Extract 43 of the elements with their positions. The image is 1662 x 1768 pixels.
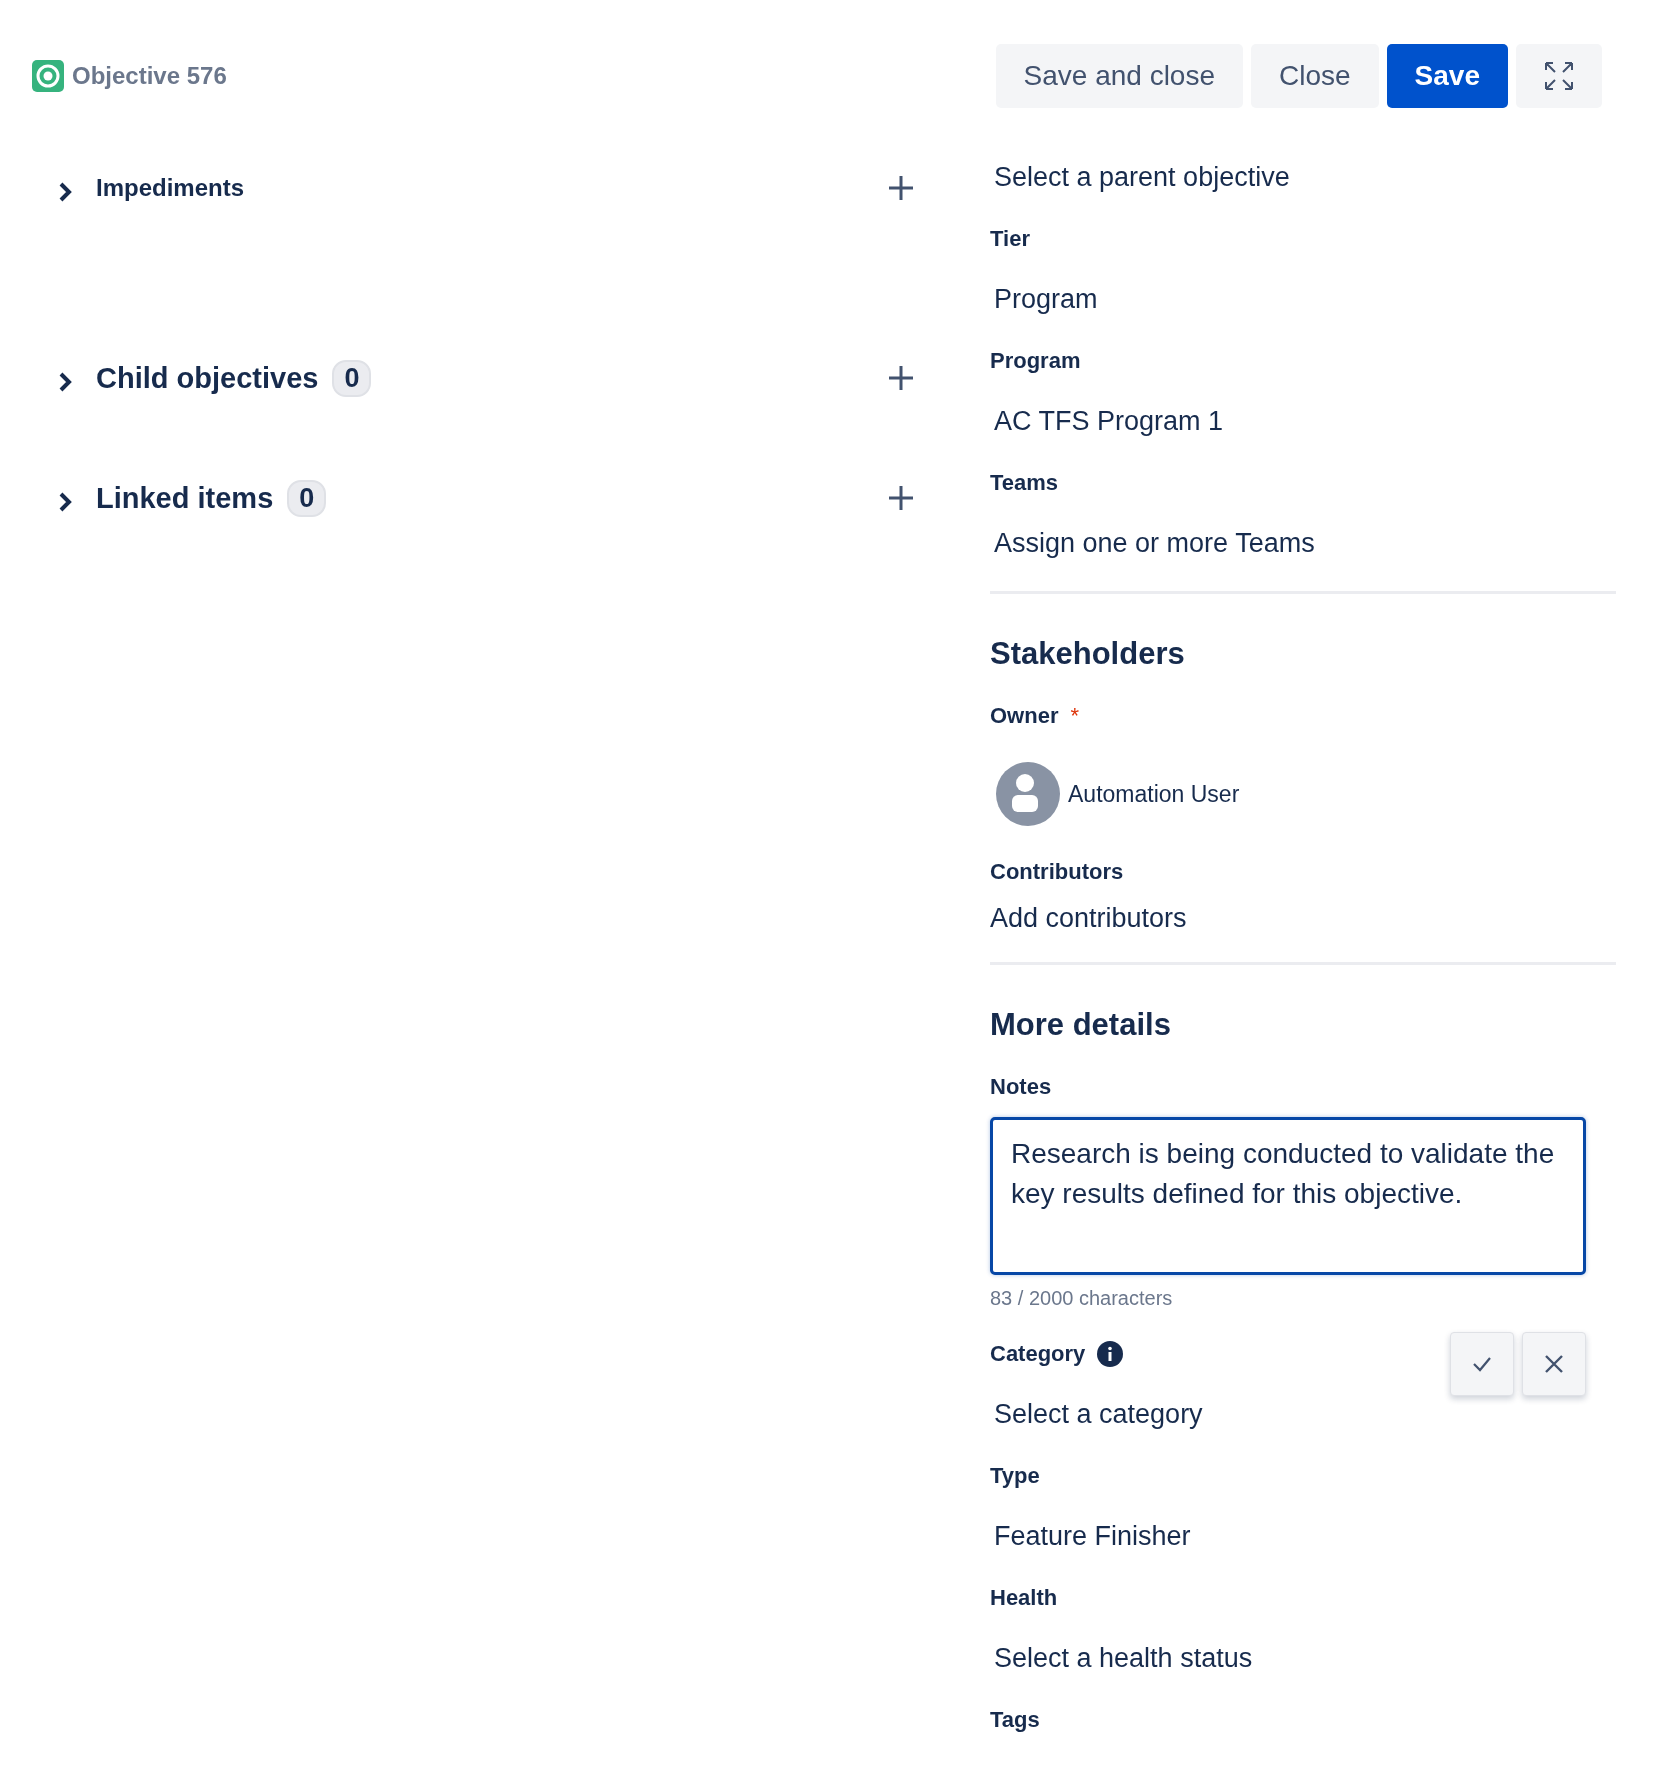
select-field[interactable]: Select a parent objective — [990, 151, 1616, 203]
field-label: Program — [990, 347, 1081, 375]
field-label: Tags — [990, 1706, 1040, 1734]
field-label: Teams — [990, 469, 1059, 497]
action-button[interactable]: Close — [1251, 44, 1379, 108]
field-label: Health — [990, 1584, 1058, 1612]
action-button[interactable]: Save and close — [995, 44, 1243, 108]
section-title[interactable]: Impediments — [96, 174, 245, 202]
required-mark: * — [1070, 702, 1080, 730]
section-title[interactable]: Linked items — [96, 481, 274, 515]
field-label: Tier — [990, 225, 1030, 253]
select-field[interactable]: Select a category — [990, 1388, 1616, 1440]
contributors-field[interactable]: Add contributors — [990, 900, 1616, 936]
field-label: Type — [990, 1462, 1040, 1490]
section-title[interactable]: Child objectives — [96, 361, 319, 395]
avatar-icon — [996, 762, 1060, 826]
add-icon[interactable] — [888, 365, 914, 391]
add-icon[interactable] — [888, 175, 914, 201]
close-icon — [1544, 1354, 1564, 1374]
field-label: Contributors — [990, 858, 1124, 886]
expand-icon — [1544, 61, 1574, 91]
select-field[interactable]: Program — [990, 273, 1616, 325]
section-heading: Stakeholders — [990, 636, 1186, 672]
checkmark-icon — [1472, 1356, 1492, 1372]
owner-name[interactable]: Automation User — [1068, 780, 1240, 808]
select-field[interactable]: AC TFS Program 1 — [990, 395, 1616, 447]
select-field[interactable]: Assign one or more Teams — [990, 517, 1616, 569]
field-label: Category — [990, 1340, 1086, 1368]
add-icon[interactable] — [888, 485, 914, 511]
target-icon — [32, 60, 64, 92]
select-field[interactable]: Feature Finisher — [990, 1510, 1616, 1562]
count-badge: 0 — [332, 359, 372, 397]
character-counter: 83 / 2000 characters — [990, 1287, 1174, 1310]
notes-field[interactable]: Research is being conducted to validate the key results defined for this objective. — [990, 1117, 1586, 1275]
count-badge: 0 — [287, 479, 327, 517]
select-field[interactable]: Select a health status — [990, 1632, 1616, 1684]
objective-title: Objective 576 — [72, 62, 227, 90]
save-button[interactable]: Save — [1386, 44, 1508, 108]
field-label: Owner — [990, 702, 1059, 730]
expand-button[interactable] — [1516, 44, 1602, 108]
cancel-button[interactable] — [1522, 1332, 1586, 1396]
field-label: Notes — [990, 1073, 1052, 1101]
section-heading: More details — [990, 1007, 1172, 1043]
